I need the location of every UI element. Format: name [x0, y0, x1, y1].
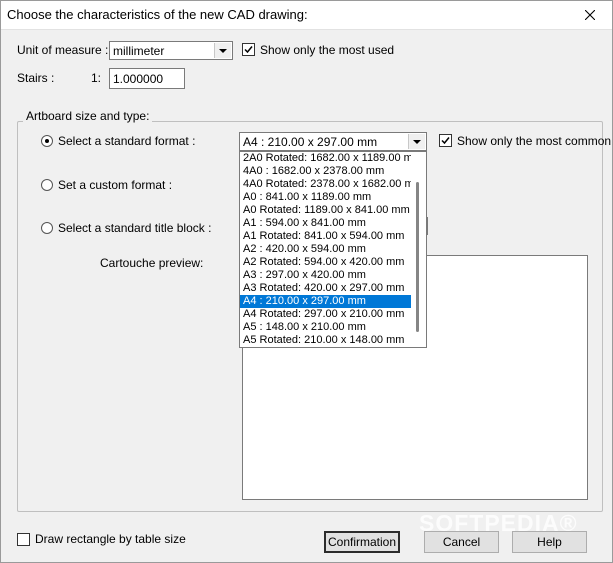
format-list-item[interactable]: A1 Rotated: 841.00 x 594.00 mm: [240, 230, 411, 243]
dropdown-scrollbar[interactable]: [416, 182, 419, 332]
custom-format-label: Set a custom format :: [58, 178, 173, 192]
draw-rect-checkbox[interactable]: [17, 533, 30, 546]
format-list-item[interactable]: A3 Rotated: 420.00 x 297.00 mm: [240, 282, 411, 295]
chevron-down-icon[interactable]: [408, 134, 425, 149]
stairs-input[interactable]: 1.000000: [109, 68, 185, 89]
standard-format-label: Select a standard format :: [58, 134, 196, 148]
help-button[interactable]: Help: [512, 531, 587, 553]
format-list-item[interactable]: 4A0 : 1682.00 x 2378.00 mm: [240, 165, 411, 178]
standard-format-value: A4 : 210.00 x 297.00 mm: [243, 135, 378, 149]
format-list-item[interactable]: A5 : 148.00 x 210.00 mm: [240, 321, 411, 334]
checkmark-icon: [441, 137, 450, 145]
draw-rect-label: Draw rectangle by table size: [35, 532, 186, 546]
format-list-item[interactable]: A5 Rotated: 210.00 x 148.00 mm: [240, 334, 411, 347]
title-bar: Choose the characteristics of the new CA…: [1, 1, 612, 30]
format-list-item[interactable]: A0 Rotated: 1189.00 x 841.00 mm: [240, 204, 411, 217]
show-most-used-label: Show only the most used: [260, 43, 395, 57]
stairs-label: Stairs :: [17, 71, 55, 85]
unit-value: millimeter: [113, 44, 165, 58]
standard-format-select[interactable]: A4 : 210.00 x 297.00 mm: [239, 132, 427, 151]
unit-label: Unit of measure :: [17, 43, 109, 57]
confirmation-button[interactable]: Confirmation: [324, 531, 400, 553]
radio-dot-icon: [45, 139, 49, 143]
cartouche-preview-label: Cartouche preview:: [100, 256, 204, 270]
unit-select[interactable]: millimeter: [109, 41, 233, 60]
standard-format-radio[interactable]: [41, 135, 53, 147]
format-dropdown-list[interactable]: 2A0 Rotated: 1682.00 x 1189.00 mm 4A0 : 1…: [239, 151, 427, 348]
show-most-used-checkbox[interactable]: [242, 43, 255, 56]
format-list-item[interactable]: 4A0 Rotated: 2378.00 x 1682.00 mm: [240, 178, 411, 191]
dialog-title: Choose the characteristics of the new CA…: [7, 7, 308, 22]
chevron-down-icon[interactable]: [214, 43, 231, 58]
format-list-item[interactable]: A2 : 420.00 x 594.00 mm: [240, 243, 411, 256]
new-cad-drawing-dialog: Choose the characteristics of the new CA…: [0, 0, 613, 563]
format-list-item[interactable]: A4 : 210.00 x 297.00 mm: [240, 295, 411, 308]
format-list-item[interactable]: A0 : 841.00 x 1189.00 mm: [240, 191, 411, 204]
custom-format-radio[interactable]: [41, 179, 53, 191]
cancel-button[interactable]: Cancel: [424, 531, 499, 553]
artboard-group-label: Artboard size and type:: [23, 109, 153, 123]
show-most-common-checkbox[interactable]: [439, 134, 452, 147]
checkmark-icon: [244, 46, 253, 54]
format-list-item[interactable]: A4 Rotated: 297.00 x 210.00 mm: [240, 308, 411, 321]
format-list-item[interactable]: A2 Rotated: 594.00 x 420.00 mm: [240, 256, 411, 269]
close-button[interactable]: [568, 1, 612, 29]
format-list-items: 2A0 Rotated: 1682.00 x 1189.00 mm 4A0 : 1…: [240, 152, 426, 347]
format-list-item[interactable]: 2A0 Rotated: 1682.00 x 1189.00 mm: [240, 152, 411, 165]
format-list-item[interactable]: A1 : 594.00 x 841.00 mm: [240, 217, 411, 230]
title-block-radio[interactable]: [41, 222, 53, 234]
show-most-common-label: Show only the most common: [457, 134, 612, 148]
stairs-value: 1.000000: [113, 72, 164, 86]
close-icon: [585, 10, 595, 20]
stairs-ratio-prefix: 1:: [91, 71, 102, 85]
title-block-label: Select a standard title block :: [58, 221, 212, 235]
format-list-item[interactable]: A3 : 297.00 x 420.00 mm: [240, 269, 411, 282]
